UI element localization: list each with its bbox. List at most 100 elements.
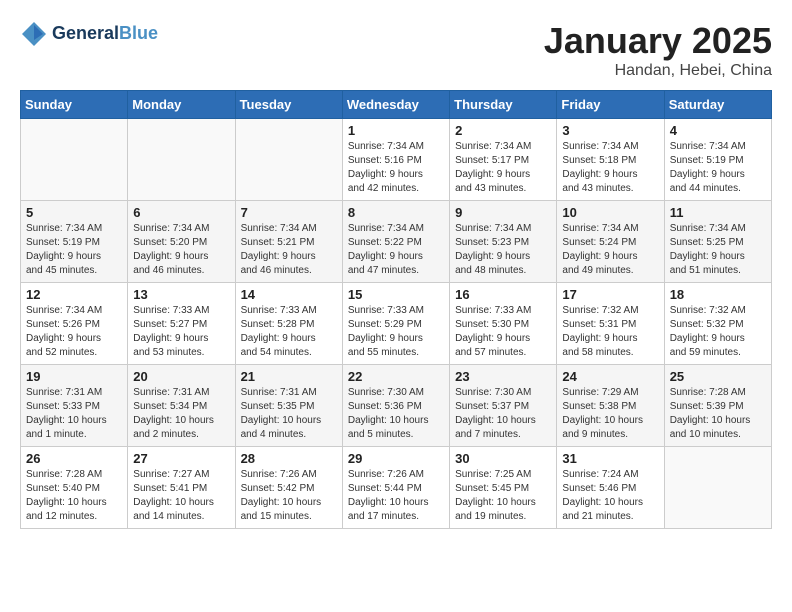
day-info: Sunrise: 7:34 AM Sunset: 5:21 PM Dayligh…: [241, 222, 337, 278]
weekday-header-sunday: Sunday: [21, 91, 128, 119]
title-block: January 2025 Handan, Hebei, China: [544, 20, 772, 80]
calendar-table: SundayMondayTuesdayWednesdayThursdayFrid…: [20, 90, 772, 529]
calendar-week-row: 5Sunrise: 7:34 AM Sunset: 5:19 PM Daylig…: [21, 201, 772, 283]
day-number: 17: [562, 287, 658, 302]
day-info: Sunrise: 7:31 AM Sunset: 5:34 PM Dayligh…: [133, 386, 229, 442]
day-number: 23: [455, 369, 551, 384]
day-number: 1: [348, 123, 444, 138]
day-info: Sunrise: 7:30 AM Sunset: 5:36 PM Dayligh…: [348, 386, 444, 442]
day-info: Sunrise: 7:34 AM Sunset: 5:20 PM Dayligh…: [133, 222, 229, 278]
calendar-cell: 27 Sunrise: 7:27 AM Sunset: 5:41 PM Dayli…: [128, 447, 235, 529]
day-number: 12: [26, 287, 122, 302]
calendar-cell: 29 Sunrise: 7:26 AM Sunset: 5:44 PM Dayli…: [342, 447, 449, 529]
logo: GeneralBlue: [20, 20, 158, 48]
day-info: Sunrise: 7:34 AM Sunset: 5:19 PM Dayligh…: [670, 140, 766, 196]
weekday-header-friday: Friday: [557, 91, 664, 119]
day-number: 4: [670, 123, 766, 138]
day-info: Sunrise: 7:29 AM Sunset: 5:38 PM Dayligh…: [562, 386, 658, 442]
calendar-cell: 18Sunrise: 7:32 AM Sunset: 5:32 PM Dayli…: [664, 283, 771, 365]
day-info: Sunrise: 7:34 AM Sunset: 5:22 PM Dayligh…: [348, 222, 444, 278]
day-info: Sunrise: 7:24 AM Sunset: 5:46 PM Dayligh…: [562, 468, 658, 524]
calendar-cell: 2 Sunrise: 7:34 AM Sunset: 5:17 PM Daylig…: [450, 119, 557, 201]
day-info: Sunrise: 7:34 AM Sunset: 5:17 PM Dayligh…: [455, 140, 551, 196]
day-number: 21: [241, 369, 337, 384]
day-number: 27: [133, 451, 229, 466]
day-number: 9: [455, 205, 551, 220]
day-number: 26: [26, 451, 122, 466]
day-number: 11: [670, 205, 766, 220]
calendar-cell: 11 Sunrise: 7:34 AM Sunset: 5:25 PM Dayli…: [664, 201, 771, 283]
weekday-header-monday: Monday: [128, 91, 235, 119]
day-number: 6: [133, 205, 229, 220]
calendar-cell: 30 Sunrise: 7:25 AM Sunset: 5:45 PM Dayli…: [450, 447, 557, 529]
weekday-header-wednesday: Wednesday: [342, 91, 449, 119]
month-title: January 2025: [544, 20, 772, 62]
calendar-cell: [664, 447, 771, 529]
day-info: Sunrise: 7:34 AM Sunset: 5:24 PM Dayligh…: [562, 222, 658, 278]
calendar-cell: 3 Sunrise: 7:34 AM Sunset: 5:18 PM Daylig…: [557, 119, 664, 201]
day-info: Sunrise: 7:27 AM Sunset: 5:41 PM Dayligh…: [133, 468, 229, 524]
calendar-cell: 5Sunrise: 7:34 AM Sunset: 5:19 PM Daylig…: [21, 201, 128, 283]
calendar-cell: 9 Sunrise: 7:34 AM Sunset: 5:23 PM Daylig…: [450, 201, 557, 283]
day-info: Sunrise: 7:26 AM Sunset: 5:44 PM Dayligh…: [348, 468, 444, 524]
calendar-cell: [21, 119, 128, 201]
calendar-cell: 15 Sunrise: 7:33 AM Sunset: 5:29 PM Dayli…: [342, 283, 449, 365]
day-number: 25: [670, 369, 766, 384]
day-info: Sunrise: 7:28 AM Sunset: 5:39 PM Dayligh…: [670, 386, 766, 442]
day-number: 31: [562, 451, 658, 466]
day-number: 3: [562, 123, 658, 138]
day-info: Sunrise: 7:34 AM Sunset: 5:26 PM Dayligh…: [26, 304, 122, 360]
day-info: Sunrise: 7:33 AM Sunset: 5:29 PM Dayligh…: [348, 304, 444, 360]
calendar-cell: [128, 119, 235, 201]
logo-text: GeneralBlue: [52, 24, 158, 44]
page-header: GeneralBlue January 2025 Handan, Hebei, …: [20, 20, 772, 80]
day-number: 30: [455, 451, 551, 466]
calendar-week-row: 1 Sunrise: 7:34 AM Sunset: 5:16 PM Daylig…: [21, 119, 772, 201]
day-number: 7: [241, 205, 337, 220]
calendar-cell: 10 Sunrise: 7:34 AM Sunset: 5:24 PM Dayli…: [557, 201, 664, 283]
day-info: Sunrise: 7:34 AM Sunset: 5:25 PM Dayligh…: [670, 222, 766, 278]
calendar-cell: 20 Sunrise: 7:31 AM Sunset: 5:34 PM Dayli…: [128, 365, 235, 447]
calendar-cell: 16Sunrise: 7:33 AM Sunset: 5:30 PM Dayli…: [450, 283, 557, 365]
logo-icon: [20, 20, 48, 48]
calendar-cell: 17 Sunrise: 7:32 AM Sunset: 5:31 PM Dayli…: [557, 283, 664, 365]
calendar-cell: 7 Sunrise: 7:34 AM Sunset: 5:21 PM Daylig…: [235, 201, 342, 283]
day-number: 19: [26, 369, 122, 384]
day-number: 20: [133, 369, 229, 384]
day-info: Sunrise: 7:34 AM Sunset: 5:23 PM Dayligh…: [455, 222, 551, 278]
day-info: Sunrise: 7:31 AM Sunset: 5:33 PM Dayligh…: [26, 386, 122, 442]
day-info: Sunrise: 7:34 AM Sunset: 5:18 PM Dayligh…: [562, 140, 658, 196]
calendar-week-row: 19 Sunrise: 7:31 AM Sunset: 5:33 PM Dayli…: [21, 365, 772, 447]
day-info: Sunrise: 7:31 AM Sunset: 5:35 PM Dayligh…: [241, 386, 337, 442]
calendar-cell: 23 Sunrise: 7:30 AM Sunset: 5:37 PM Dayli…: [450, 365, 557, 447]
day-number: 15: [348, 287, 444, 302]
calendar-cell: 4 Sunrise: 7:34 AM Sunset: 5:19 PM Daylig…: [664, 119, 771, 201]
day-info: Sunrise: 7:25 AM Sunset: 5:45 PM Dayligh…: [455, 468, 551, 524]
calendar-cell: 14Sunrise: 7:33 AM Sunset: 5:28 PM Dayli…: [235, 283, 342, 365]
calendar-cell: 12 Sunrise: 7:34 AM Sunset: 5:26 PM Dayli…: [21, 283, 128, 365]
calendar-cell: 21 Sunrise: 7:31 AM Sunset: 5:35 PM Dayli…: [235, 365, 342, 447]
day-info: Sunrise: 7:30 AM Sunset: 5:37 PM Dayligh…: [455, 386, 551, 442]
day-info: Sunrise: 7:34 AM Sunset: 5:16 PM Dayligh…: [348, 140, 444, 196]
calendar-cell: 28Sunrise: 7:26 AM Sunset: 5:42 PM Dayli…: [235, 447, 342, 529]
calendar-cell: 31 Sunrise: 7:24 AM Sunset: 5:46 PM Dayli…: [557, 447, 664, 529]
day-number: 2: [455, 123, 551, 138]
calendar-cell: 13Sunrise: 7:33 AM Sunset: 5:27 PM Dayli…: [128, 283, 235, 365]
day-number: 8: [348, 205, 444, 220]
calendar-week-row: 12 Sunrise: 7:34 AM Sunset: 5:26 PM Dayli…: [21, 283, 772, 365]
day-number: 14: [241, 287, 337, 302]
day-number: 18: [670, 287, 766, 302]
day-info: Sunrise: 7:32 AM Sunset: 5:31 PM Dayligh…: [562, 304, 658, 360]
day-number: 22: [348, 369, 444, 384]
calendar-cell: 1 Sunrise: 7:34 AM Sunset: 5:16 PM Daylig…: [342, 119, 449, 201]
day-number: 16: [455, 287, 551, 302]
day-number: 29: [348, 451, 444, 466]
calendar-cell: 24Sunrise: 7:29 AM Sunset: 5:38 PM Dayli…: [557, 365, 664, 447]
day-number: 5: [26, 205, 122, 220]
day-number: 10: [562, 205, 658, 220]
calendar-cell: 25 Sunrise: 7:28 AM Sunset: 5:39 PM Dayli…: [664, 365, 771, 447]
day-info: Sunrise: 7:28 AM Sunset: 5:40 PM Dayligh…: [26, 468, 122, 524]
calendar-cell: 22 Sunrise: 7:30 AM Sunset: 5:36 PM Dayli…: [342, 365, 449, 447]
day-number: 13: [133, 287, 229, 302]
calendar-cell: 19 Sunrise: 7:31 AM Sunset: 5:33 PM Dayli…: [21, 365, 128, 447]
